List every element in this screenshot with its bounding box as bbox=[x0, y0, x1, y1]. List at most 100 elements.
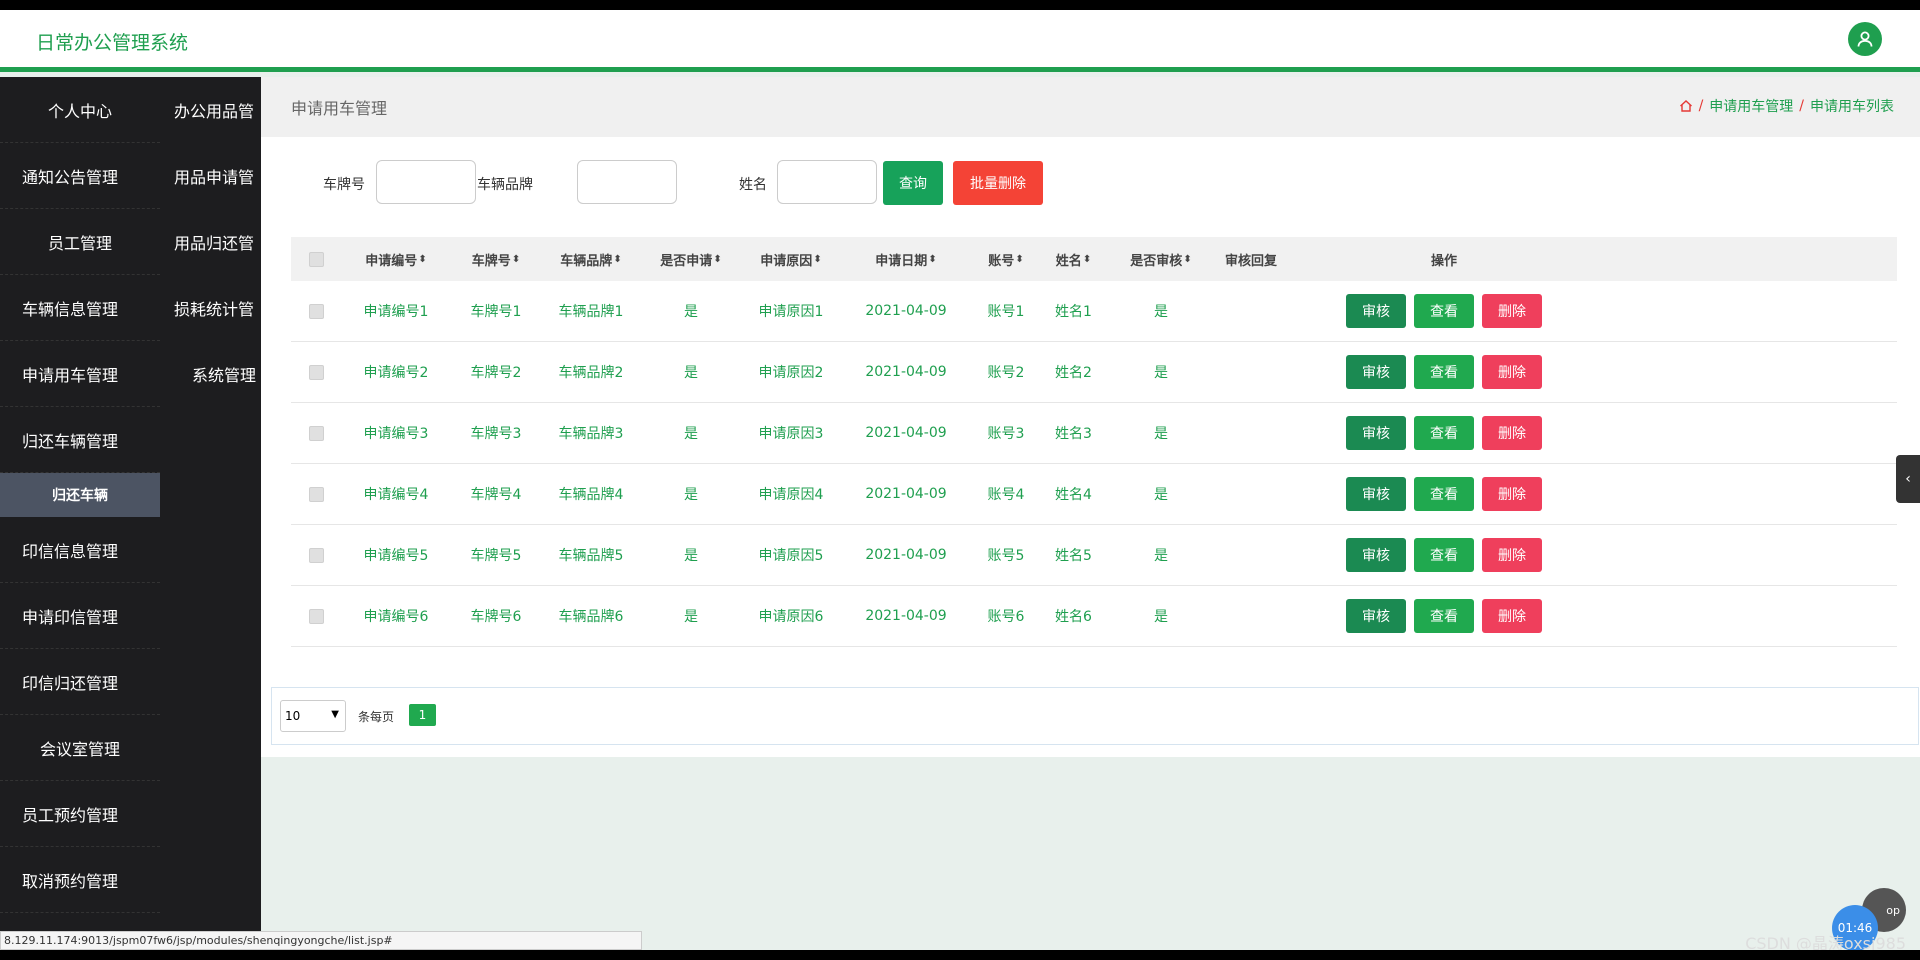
view-button[interactable]: 查看 bbox=[1414, 294, 1474, 328]
sort-icon[interactable]: ⬍ bbox=[1015, 254, 1023, 265]
row-checkbox[interactable] bbox=[308, 425, 324, 441]
column-header[interactable]: 申请原因 ⬍ bbox=[741, 237, 841, 281]
row-checkbox[interactable] bbox=[308, 303, 324, 319]
column-header[interactable]: 姓名 ⬍ bbox=[1041, 237, 1106, 281]
audit-button[interactable]: 审核 bbox=[1346, 294, 1406, 328]
column-header-label: 账号 bbox=[988, 253, 1015, 269]
column-header[interactable]: 申请日期 ⬍ bbox=[851, 237, 961, 281]
column-header[interactable]: 车牌号 ⬍ bbox=[461, 237, 531, 281]
table-cell bbox=[1211, 342, 1291, 402]
audit-button[interactable]: 审核 bbox=[1346, 416, 1406, 450]
row-checkbox[interactable] bbox=[308, 608, 324, 624]
data-table: 申请编号 ⬍ 车牌号 ⬍ 车辆品牌 ⬍ 是否申请 ⬍ 申请原因 ⬍ 申请日期 ⬍ 账号 ⬍ 姓名 ⬍ 是否审核 ⬍… bbox=[291, 237, 1897, 647]
audit-button[interactable]: 审核 bbox=[1346, 355, 1406, 389]
table-cell: 姓名2 bbox=[1055, 365, 1092, 381]
delete-button[interactable]: 删除 bbox=[1482, 477, 1542, 511]
audit-button[interactable]: 审核 bbox=[1346, 599, 1406, 633]
view-button[interactable]: 查看 bbox=[1414, 599, 1474, 633]
plate-input[interactable] bbox=[376, 160, 476, 204]
sidebar-item-system[interactable]: 系统管理 bbox=[160, 341, 261, 407]
table-cell: 车牌号6 bbox=[470, 609, 522, 625]
sidebar-item-supply-apply[interactable]: 用品申请管 bbox=[160, 143, 261, 209]
name-input[interactable] bbox=[777, 160, 877, 204]
table-row: 申请编号3 车牌号3 车辆品牌3 是 申请原因3 2021-04-09 账号3 姓名3 是 审核查… bbox=[291, 403, 1897, 464]
per-page-label: 条每页 bbox=[358, 710, 395, 724]
plate-label: 车牌号 bbox=[323, 177, 365, 193]
sort-icon[interactable]: ⬍ bbox=[1083, 254, 1091, 265]
table-cell: 账号5 bbox=[987, 548, 1025, 564]
sidebar-item-vehicle-info[interactable]: 车辆信息管理 bbox=[0, 275, 160, 341]
sidebar-item-notice[interactable]: 通知公告管理 bbox=[0, 143, 160, 209]
breadcrumb-level1[interactable]: 申请用车管理 bbox=[1709, 96, 1793, 116]
table-cell: 车牌号4 bbox=[470, 487, 522, 503]
app-window: 日常办公管理系统 个人中心 通知公告管理 员工管理 车辆信息管理 申请用车管理 … bbox=[0, 10, 1920, 950]
sort-icon[interactable]: ⬍ bbox=[713, 254, 721, 265]
table-row: 申请编号5 车牌号5 车辆品牌5 是 申请原因5 2021-04-09 账号5 姓名5 是 审核查… bbox=[291, 525, 1897, 586]
sidebar-item-personal-center[interactable]: 个人中心 bbox=[0, 77, 160, 143]
sort-icon[interactable]: ⬍ bbox=[928, 254, 936, 265]
page-size-value: 10 bbox=[285, 709, 301, 723]
search-form: 车牌号 车辆品牌 姓名 查询 批量删除 bbox=[261, 160, 1361, 206]
column-header-label: 申请原因 bbox=[760, 253, 813, 269]
view-button[interactable]: 查看 bbox=[1414, 538, 1474, 572]
view-button[interactable]: 查看 bbox=[1414, 355, 1474, 389]
sidebar-item-vehicle-apply[interactable]: 申请用车管理 bbox=[0, 341, 160, 407]
sidebar-subitem-return-vehicle[interactable]: 归还车辆 bbox=[0, 473, 160, 517]
audit-button[interactable]: 审核 bbox=[1346, 538, 1406, 572]
table-cell: 2021-04-09 bbox=[865, 547, 947, 563]
row-select-cell bbox=[291, 342, 341, 402]
sidebar-item-office-supplies[interactable]: 办公用品管 bbox=[160, 77, 261, 143]
sidebar-item-employee[interactable]: 员工管理 bbox=[0, 209, 160, 275]
row-checkbox[interactable] bbox=[308, 486, 324, 502]
delete-button[interactable]: 删除 bbox=[1482, 294, 1542, 328]
sort-icon[interactable]: ⬍ bbox=[813, 254, 821, 265]
sort-icon[interactable]: ⬍ bbox=[418, 254, 426, 265]
table-cell: 账号6 bbox=[987, 609, 1025, 625]
delete-button[interactable]: 删除 bbox=[1482, 599, 1542, 633]
audit-button[interactable]: 审核 bbox=[1346, 477, 1406, 511]
row-actions: 审核 查看 删除 bbox=[1291, 281, 1597, 341]
brand-input[interactable] bbox=[577, 160, 677, 204]
sidebar-item-cancel-reservation[interactable]: 取消预约管理 bbox=[0, 847, 160, 913]
bulk-delete-button[interactable]: 批量删除 bbox=[953, 161, 1043, 205]
table-cell: 申请编号1 bbox=[363, 304, 429, 320]
column-header[interactable]: 申请编号 ⬍ bbox=[351, 237, 441, 281]
chevron-left-icon[interactable]: ‹ bbox=[1896, 455, 1920, 503]
row-checkbox[interactable] bbox=[308, 547, 324, 563]
status-bar-url: 8.129.11.174:9013/jspm07fw6/jsp/modules/… bbox=[0, 931, 642, 950]
view-button[interactable]: 查看 bbox=[1414, 416, 1474, 450]
table-cell: 车辆品牌1 bbox=[558, 304, 624, 320]
row-checkbox[interactable] bbox=[308, 364, 324, 380]
main-content: 申请用车管理 / 申请用车管理 / 申请用车列表 车牌号 车辆品牌 姓名 查询 … bbox=[261, 77, 1920, 757]
table-cell: 申请原因2 bbox=[758, 365, 824, 381]
home-icon[interactable] bbox=[1679, 99, 1693, 113]
sidebar-item-supply-return[interactable]: 用品归还管 bbox=[160, 209, 261, 275]
table-cell: 姓名5 bbox=[1055, 548, 1092, 564]
column-header[interactable]: 账号 ⬍ bbox=[971, 237, 1041, 281]
query-button[interactable]: 查询 bbox=[883, 161, 943, 205]
sidebar-item-loss-stats[interactable]: 损耗统计管 bbox=[160, 275, 261, 341]
view-button[interactable]: 查看 bbox=[1414, 477, 1474, 511]
page-number-button[interactable]: 1 bbox=[409, 704, 436, 726]
delete-button[interactable]: 删除 bbox=[1482, 355, 1542, 389]
delete-button[interactable]: 删除 bbox=[1482, 538, 1542, 572]
table-cell: 申请原因3 bbox=[758, 426, 824, 442]
user-avatar[interactable] bbox=[1848, 22, 1882, 56]
sidebar-item-meeting-room[interactable]: 会议室管理 bbox=[0, 715, 160, 781]
select-all-checkbox[interactable] bbox=[308, 251, 324, 267]
sort-icon[interactable]: ⬍ bbox=[1183, 254, 1191, 265]
sort-icon[interactable]: ⬍ bbox=[512, 254, 520, 265]
table-cell: 申请原因1 bbox=[758, 304, 824, 320]
sort-icon[interactable]: ⬍ bbox=[613, 254, 621, 265]
column-header[interactable]: 是否申请 ⬍ bbox=[646, 237, 736, 281]
page-size-select[interactable]: 10 ▼ bbox=[280, 700, 346, 732]
column-header[interactable]: 车辆品牌 ⬍ bbox=[541, 237, 641, 281]
sidebar-item-seal-info[interactable]: 印信信息管理 bbox=[0, 517, 160, 583]
name-label: 姓名 bbox=[739, 177, 767, 193]
sidebar-item-seal-return[interactable]: 印信归还管理 bbox=[0, 649, 160, 715]
column-header[interactable]: 是否审核 ⬍ bbox=[1111, 237, 1211, 281]
delete-button[interactable]: 删除 bbox=[1482, 416, 1542, 450]
sidebar-item-seal-apply[interactable]: 申请印信管理 bbox=[0, 583, 160, 649]
sidebar-item-vehicle-return[interactable]: 归还车辆管理 bbox=[0, 407, 160, 473]
sidebar-item-reservation[interactable]: 员工预约管理 bbox=[0, 781, 160, 847]
